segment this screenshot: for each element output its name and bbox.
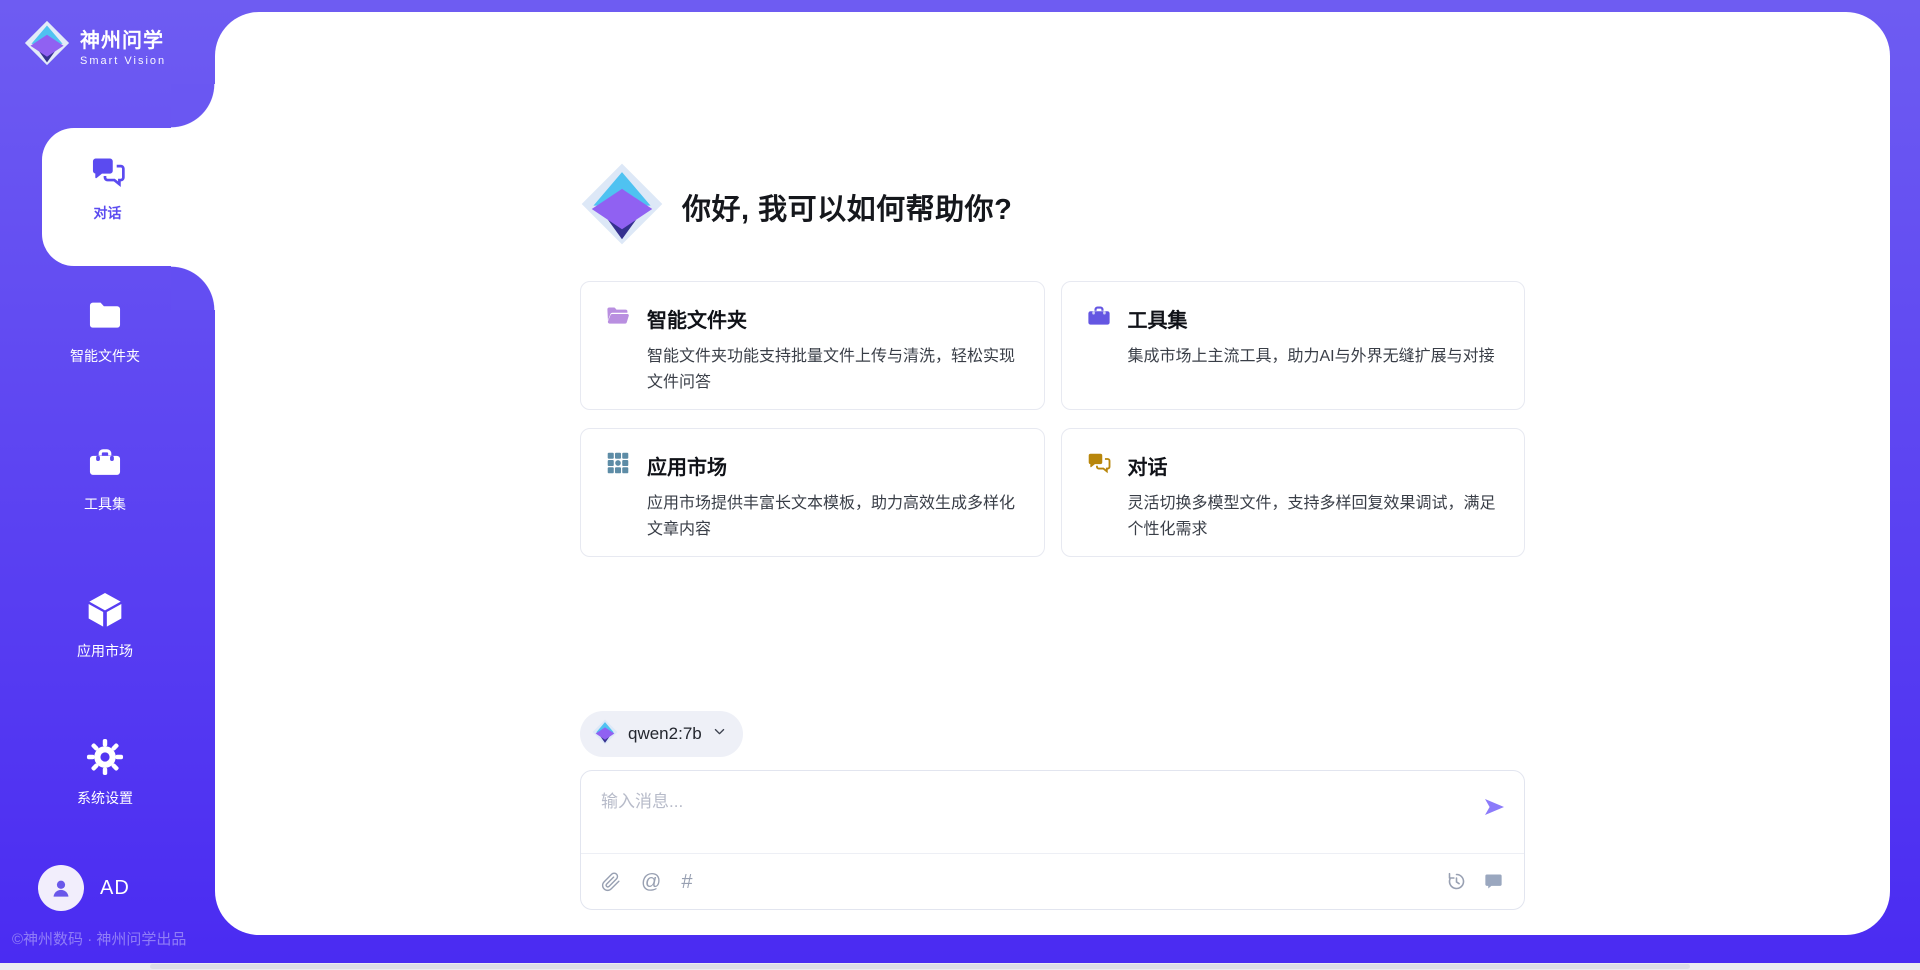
app-grid-icon xyxy=(605,450,631,481)
sidebar-item-label: 智能文件夹 xyxy=(70,346,140,366)
history-icon[interactable] xyxy=(1446,871,1467,892)
model-logo-icon xyxy=(592,719,618,750)
card-description: 应用市场提供丰富长文本模板，助力高效生成多样化文章内容 xyxy=(605,491,1020,542)
copyright-footer: ©神州数码 · 神州问学出品 xyxy=(12,928,186,949)
card-app-market[interactable]: 应用市场 应用市场提供丰富长文本模板，助力高效生成多样化文章内容 xyxy=(580,428,1045,557)
sidebar: 神州问学 Smart Vision 对话 智能文件夹 xyxy=(0,0,215,970)
chat-bubbles-icon xyxy=(1086,450,1112,481)
comments-icon[interactable] xyxy=(1483,871,1504,892)
card-title: 智能文件夹 xyxy=(647,304,747,333)
cube-icon xyxy=(85,590,125,630)
toolbox-icon xyxy=(1086,303,1112,334)
sidebar-item-label: 对话 xyxy=(94,203,122,223)
composer-toolbar: @ # xyxy=(581,853,1524,909)
brand-logo-icon xyxy=(24,20,70,71)
mention-icon[interactable]: @ xyxy=(641,872,661,892)
hashtag-icon[interactable]: # xyxy=(681,872,692,892)
card-title: 应用市场 xyxy=(647,451,727,480)
user-name: AD xyxy=(100,877,130,900)
paperclip-icon[interactable] xyxy=(601,872,621,892)
model-selector[interactable]: qwen2:7b xyxy=(580,711,743,757)
toolbox-icon xyxy=(85,443,125,483)
avatar xyxy=(38,865,84,911)
card-toolbox[interactable]: 工具集 集成市场上主流工具，助力AI与外界无缝扩展与对接 xyxy=(1061,281,1526,410)
card-description: 集成市场上主流工具，助力AI与外界无缝扩展与对接 xyxy=(1086,344,1501,370)
main-panel: 你好, 我可以如何帮助你? 智能文件夹 智能文件夹功能支持批量文件上传与清洗，轻… xyxy=(215,12,1890,935)
sidebar-item-chat[interactable]: 对话 xyxy=(0,128,215,266)
sidebar-item-label: 应用市场 xyxy=(77,641,133,661)
user-account[interactable]: AD xyxy=(38,865,130,911)
feature-cards: 智能文件夹 智能文件夹功能支持批量文件上传与清洗，轻松实现文件问答 工具集 xyxy=(580,281,1525,557)
message-input[interactable] xyxy=(601,787,1460,845)
greeting-title: 你好, 我可以如何帮助你? xyxy=(682,186,1012,228)
card-chat[interactable]: 对话 灵活切换多模型文件，支持多样回复效果调试，满足个性化需求 xyxy=(1061,428,1526,557)
sidebar-item-label: 工具集 xyxy=(84,494,126,514)
folder-icon xyxy=(85,295,125,335)
greeting-block: 你好, 我可以如何帮助你? xyxy=(580,12,1525,251)
scrollbar-thumb[interactable] xyxy=(150,964,1690,969)
sidebar-item-app-market[interactable]: 应用市场 xyxy=(0,590,210,661)
card-title: 工具集 xyxy=(1128,304,1188,333)
card-title: 对话 xyxy=(1128,451,1168,480)
chevron-down-icon xyxy=(712,724,727,744)
sidebar-item-label: 系统设置 xyxy=(77,788,133,808)
horizontal-scrollbar[interactable] xyxy=(0,963,1920,970)
folder-open-icon xyxy=(605,303,631,334)
card-description: 灵活切换多模型文件，支持多样回复效果调试，满足个性化需求 xyxy=(1086,491,1501,542)
brand: 神州问学 Smart Vision xyxy=(24,20,166,71)
card-description: 智能文件夹功能支持批量文件上传与清洗，轻松实现文件问答 xyxy=(605,344,1020,395)
chat-bubbles-icon xyxy=(88,152,128,192)
message-input-box: @ # xyxy=(580,770,1525,910)
assistant-logo-icon xyxy=(580,162,664,251)
composer: qwen2:7b xyxy=(215,711,1890,910)
sidebar-item-settings[interactable]: 系统设置 xyxy=(0,737,210,808)
model-name: qwen2:7b xyxy=(628,724,702,744)
card-smart-folder[interactable]: 智能文件夹 智能文件夹功能支持批量文件上传与清洗，轻松实现文件问答 xyxy=(580,281,1045,410)
sidebar-item-toolbox[interactable]: 工具集 xyxy=(0,443,210,514)
send-icon[interactable] xyxy=(1482,795,1506,819)
brand-subtitle: Smart Vision xyxy=(80,55,166,67)
brand-name: 神州问学 xyxy=(80,24,166,53)
sidebar-item-smart-folder[interactable]: 智能文件夹 xyxy=(0,295,210,366)
gear-icon xyxy=(85,737,125,777)
